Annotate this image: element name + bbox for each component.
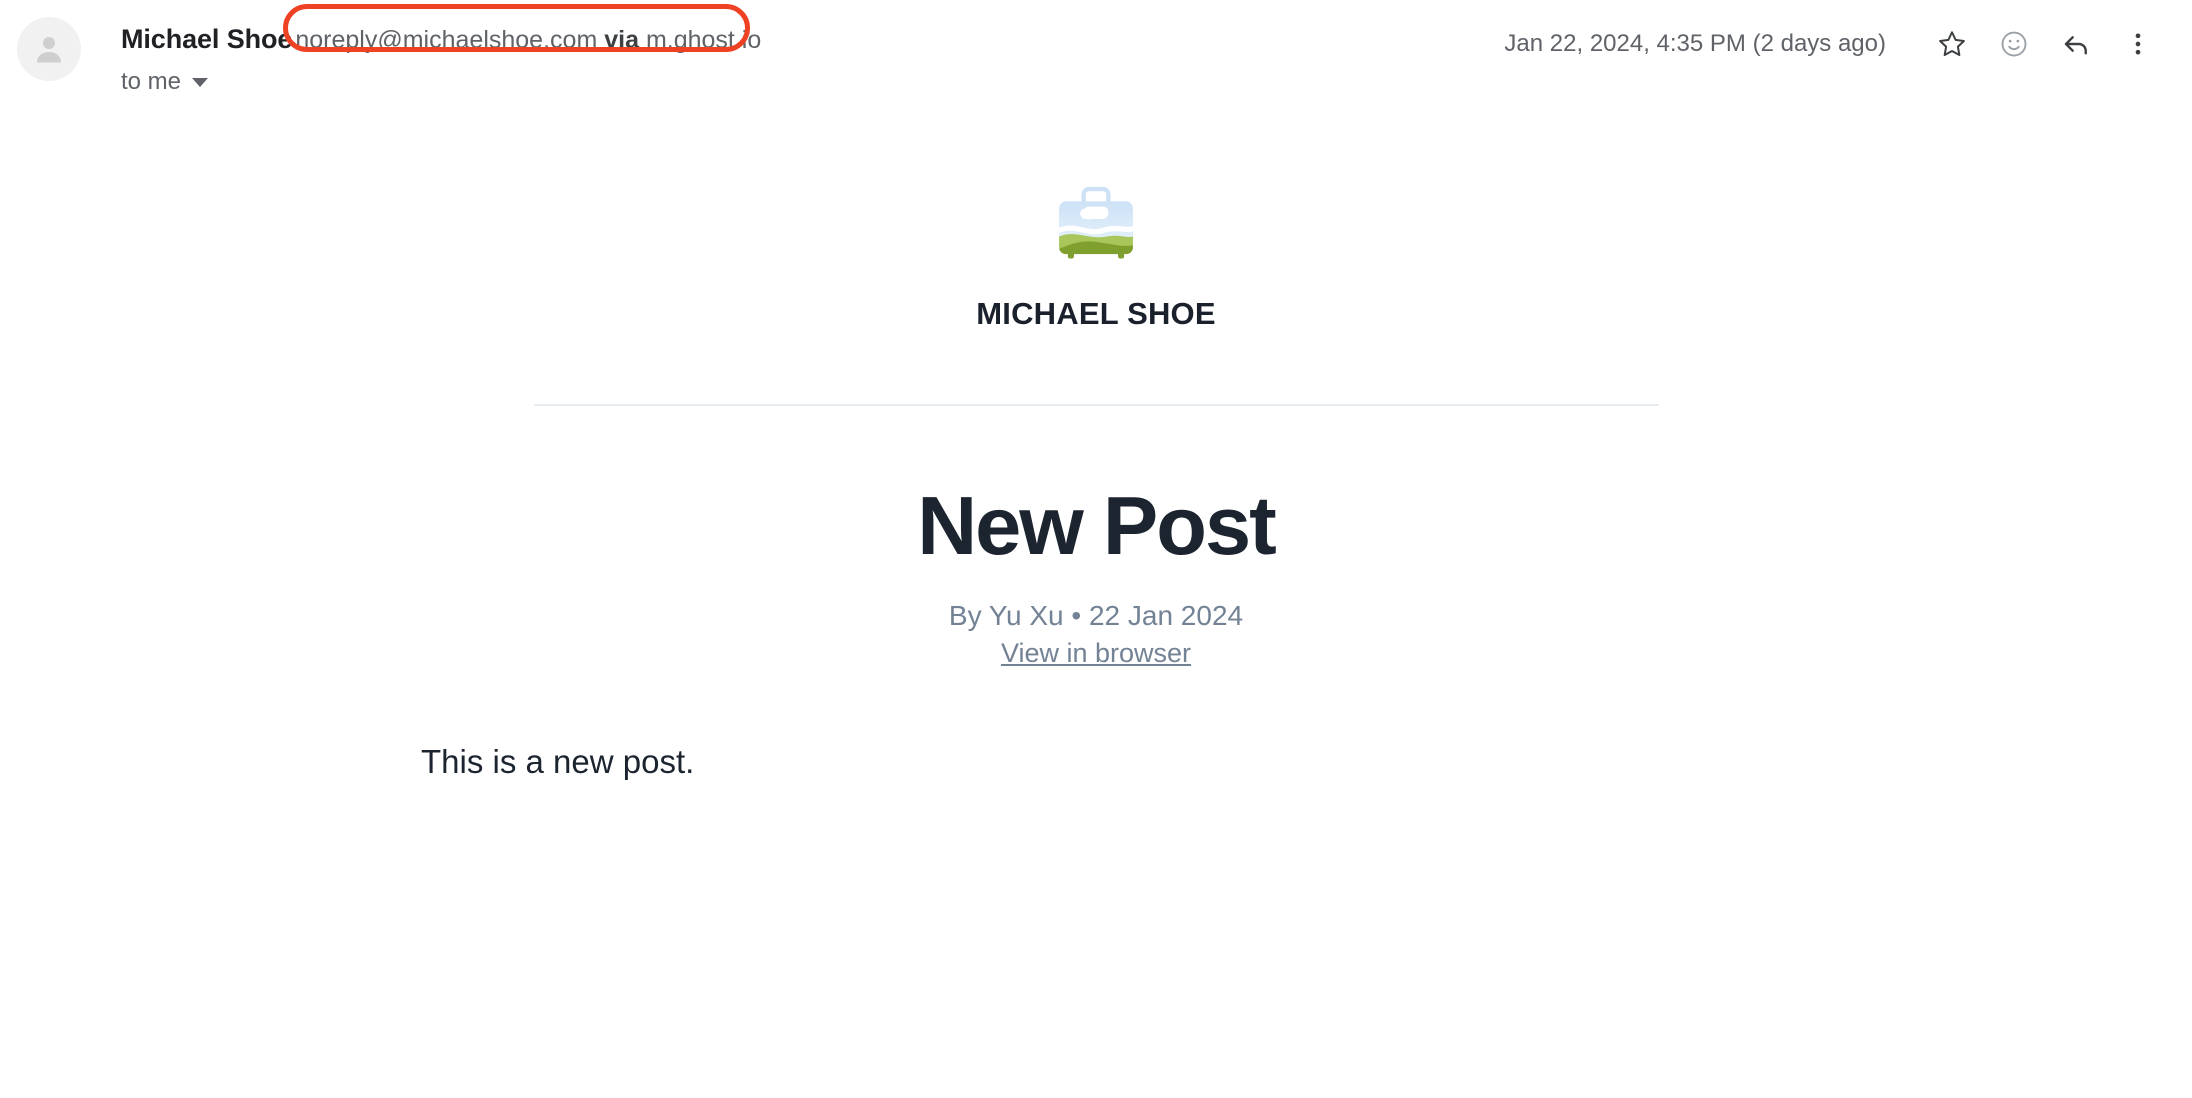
avatar[interactable]	[17, 17, 81, 81]
emoji-reaction-button[interactable]	[1988, 18, 2040, 70]
briefcase-landscape-logo-icon	[0, 182, 2192, 270]
post-byline: By Yu Xu • 22 Jan 2024	[948, 600, 1244, 631]
sender-name[interactable]: Michael Shoe	[121, 24, 292, 55]
emoji-reaction-icon	[1999, 29, 2029, 59]
person-avatar-icon	[31, 31, 67, 67]
brand-title: MICHAEL SHOE	[976, 296, 1216, 331]
post-title: New Post	[917, 479, 1277, 572]
recipient-row[interactable]: to me	[121, 68, 764, 96]
sender-via-label: via	[604, 26, 639, 54]
recipient-label: to me	[121, 68, 182, 95]
email-header: Michael Shoe noreply@michaelshoe.com via…	[0, 0, 2192, 120]
chevron-down-icon[interactable]	[192, 77, 209, 87]
post-body-text: This is a new post.	[421, 743, 695, 780]
email-body: MICHAEL SHOE New Post By Yu Xu • 22 Jan …	[0, 120, 2192, 1098]
sender-email[interactable]: noreply@michaelshoe.com via m.ghost.io	[292, 26, 764, 54]
star-button[interactable]	[1926, 18, 1978, 70]
sender-via-domain: m.ghost.io	[645, 26, 762, 54]
reply-button[interactable]	[2050, 18, 2102, 70]
newsletter-brand-section: MICHAEL SHOE	[0, 120, 2192, 332]
star-icon	[1937, 29, 1967, 59]
reply-icon	[2060, 28, 2092, 60]
sender-line: Michael Shoe noreply@michaelshoe.com via…	[121, 4, 764, 60]
more-options-button[interactable]	[2112, 18, 2164, 70]
sender-block: Michael Shoe noreply@michaelshoe.com via…	[121, 4, 764, 96]
more-options-icon	[2124, 30, 2152, 58]
sender-email-wrap: noreply@michaelshoe.com via m.ghost.io	[283, 4, 764, 55]
post-header-section: New Post By Yu Xu • 22 Jan 2024 View in …	[0, 406, 2192, 669]
view-in-browser-link[interactable]: View in browser	[1001, 638, 1191, 669]
header-actions: Jan 22, 2024, 4:35 PM (2 days ago)	[1504, 18, 2164, 70]
sender-email-address: noreply@michaelshoe.com	[295, 26, 598, 54]
timestamp: Jan 22, 2024, 4:35 PM (2 days ago)	[1504, 30, 1886, 57]
